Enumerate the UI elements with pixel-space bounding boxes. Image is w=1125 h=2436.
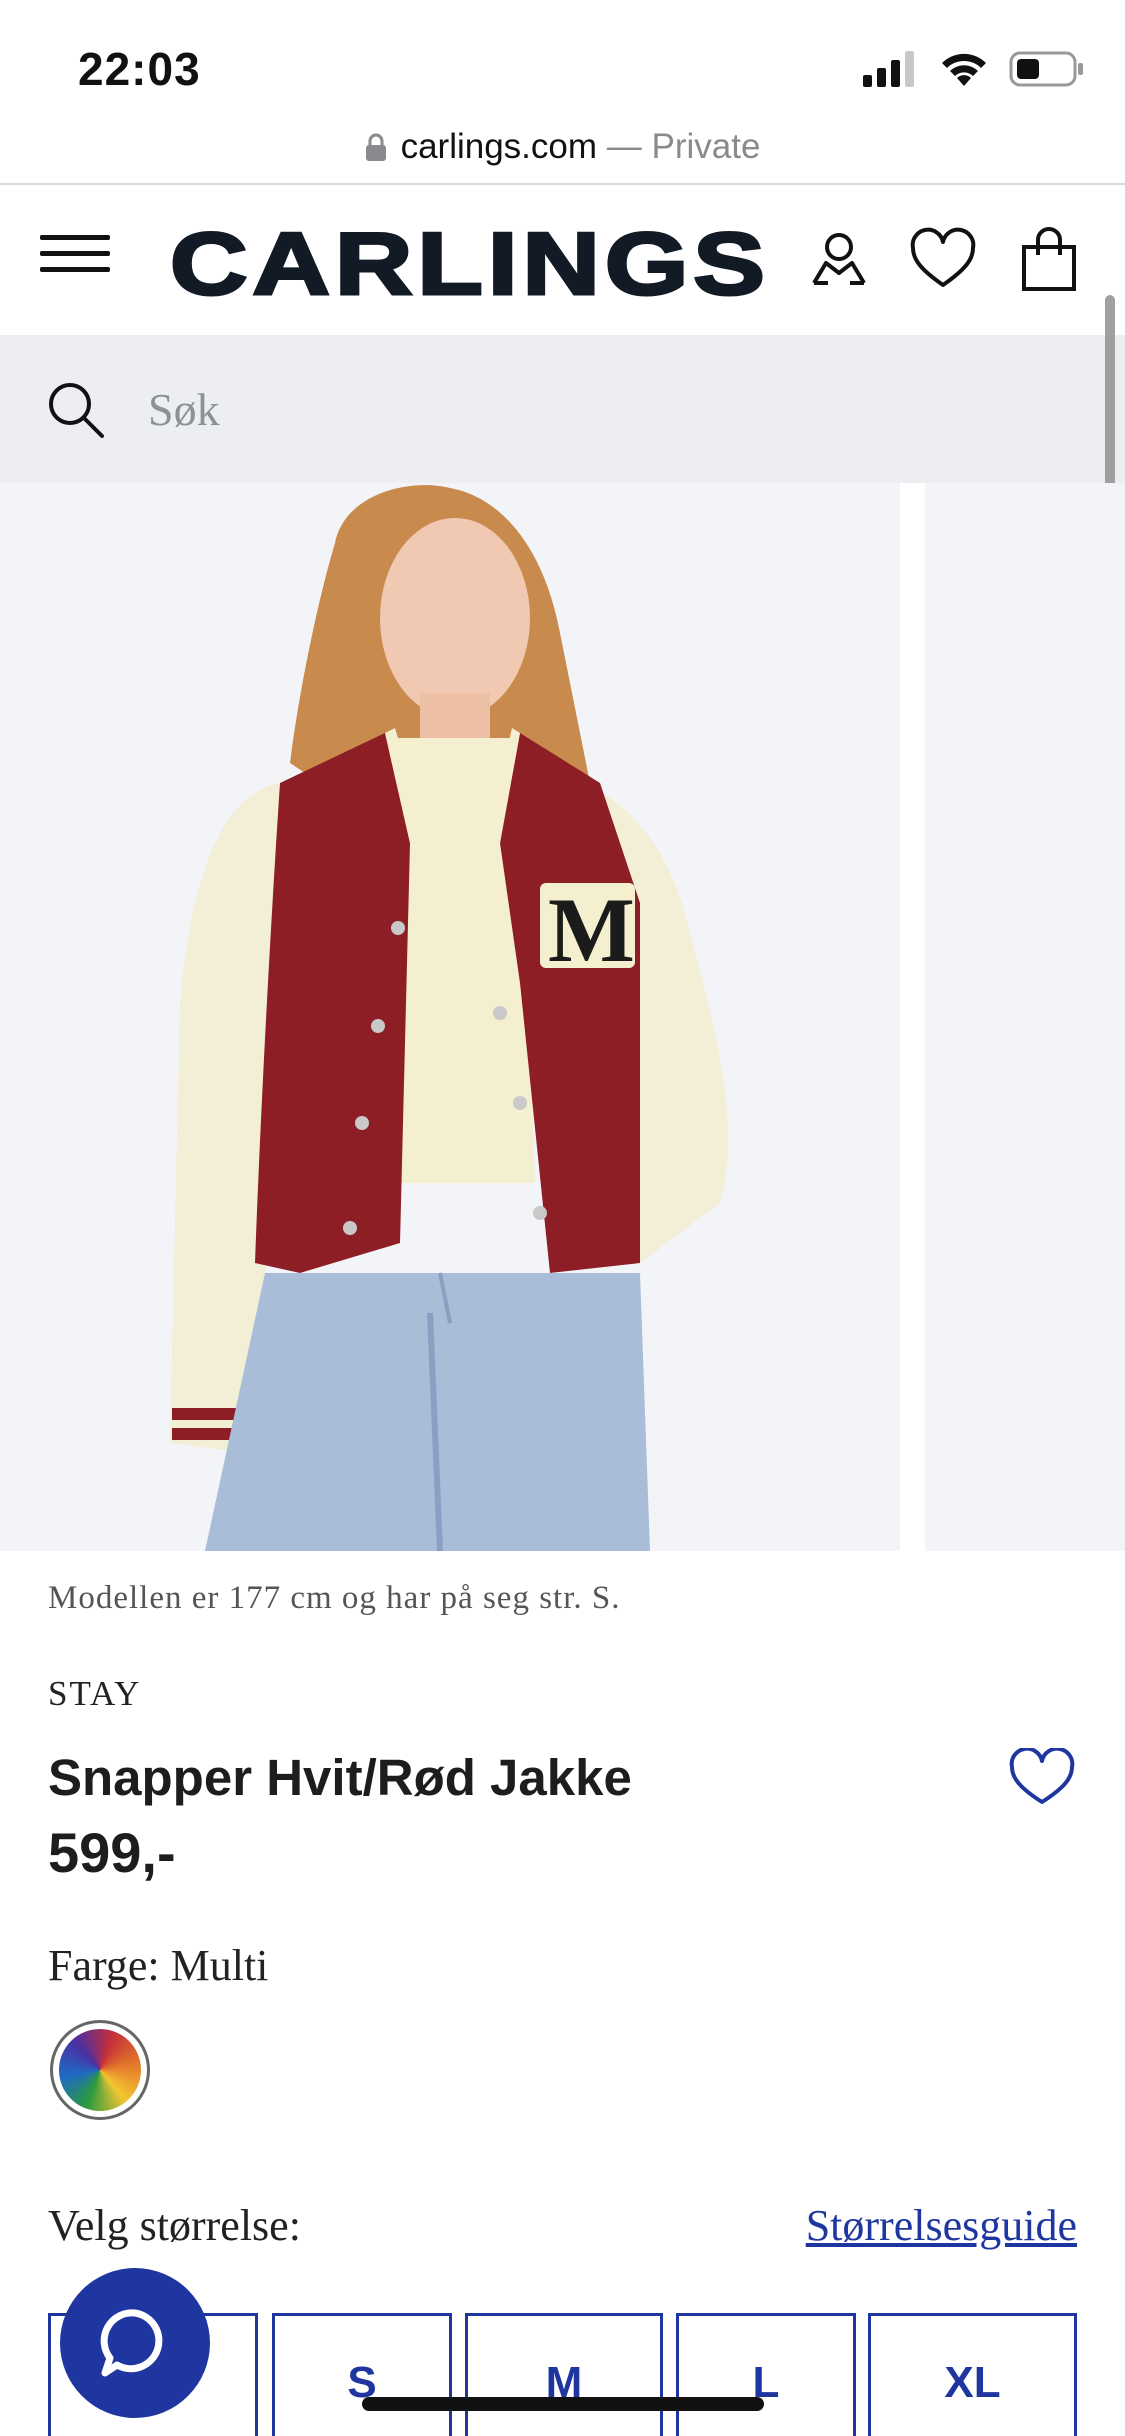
size-button-s[interactable]: S <box>272 2313 452 2436</box>
product-image-next[interactable] <box>925 483 1125 1551</box>
size-guide-link[interactable]: Størrelsesguide <box>806 2200 1077 2251</box>
product-brand[interactable]: STAY <box>48 1674 141 1714</box>
size-button-xl[interactable]: XL <box>868 2313 1077 2436</box>
wifi-icon <box>942 53 986 86</box>
svg-text:M: M <box>548 879 635 981</box>
search-input[interactable] <box>148 373 1048 445</box>
signal-icon <box>863 51 914 87</box>
size-label: Velg størrelse: <box>48 2201 301 2250</box>
heart-icon[interactable] <box>910 227 976 293</box>
lock-icon <box>365 133 386 161</box>
site-logo[interactable]: CARLINGS <box>168 213 770 315</box>
size-xl-label: XL <box>944 2358 1001 2407</box>
battery-icon <box>1009 51 1083 87</box>
search-icon[interactable] <box>46 380 106 440</box>
hamburger-menu-icon[interactable] <box>40 235 110 283</box>
account-icon[interactable] <box>806 227 872 293</box>
status-icons <box>863 50 1085 88</box>
product-gallery[interactable]: M <box>0 483 1125 1551</box>
home-indicator[interactable] <box>362 2397 764 2411</box>
model-caption: Modellen er 177 cm og har på seg str. S. <box>48 1580 621 1616</box>
shopping-bag-icon[interactable] <box>1016 227 1082 293</box>
search-bar <box>0 335 1125 483</box>
status-time: 22:03 <box>78 43 201 95</box>
private-label-text: — Private <box>606 127 761 166</box>
add-to-wishlist-heart-icon[interactable] <box>1008 1748 1076 1806</box>
chat-bubble-icon <box>100 2309 163 2377</box>
product-price: 599,- <box>48 1821 176 1884</box>
product-photo-illustration: M <box>170 485 729 1551</box>
chat-button[interactable] <box>60 2268 210 2418</box>
site-header: CARLINGS <box>0 185 1125 335</box>
color-label: Farge: Multi <box>48 1941 269 1990</box>
product-title: Snapper Hvit/Rød Jakke <box>48 1749 632 1806</box>
size-button-m[interactable]: M <box>465 2313 663 2436</box>
size-button-l[interactable]: L <box>676 2313 856 2436</box>
url-bar[interactable]: carlings.com — Private <box>0 110 1125 184</box>
private-label: — Private <box>597 127 761 167</box>
color-swatch-multi[interactable] <box>50 2020 150 2120</box>
product-image[interactable]: M <box>0 483 900 1551</box>
url-domain: carlings.com <box>400 127 598 166</box>
